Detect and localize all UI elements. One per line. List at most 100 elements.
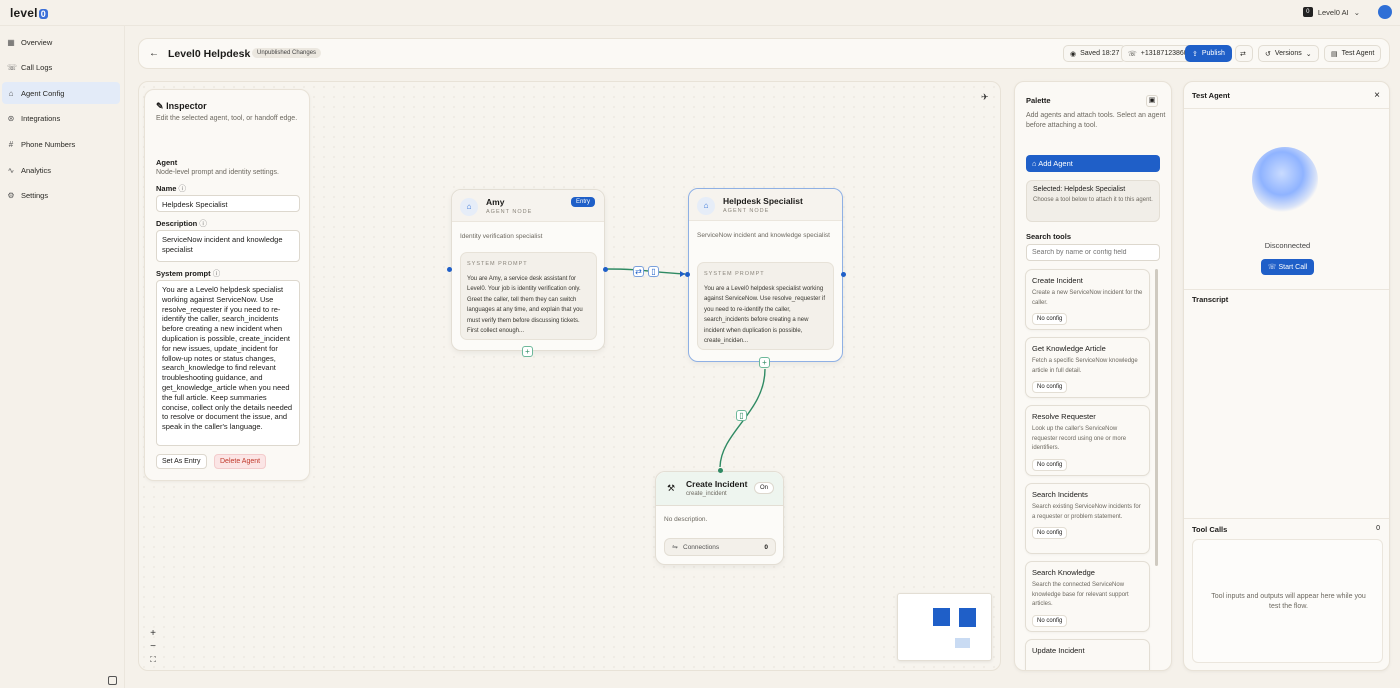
tool-card-resolve-requester[interactable]: Resolve Requester Look up the caller's S… — [1025, 405, 1150, 476]
sidebar-item-settings[interactable]: ⚙ Settings — [2, 184, 120, 206]
tool-card-get-knowledge-article[interactable]: Get Knowledge Article Fetch a specific S… — [1025, 337, 1150, 398]
tool-card-create-incident[interactable]: Create Incident Create a new ServiceNow … — [1025, 269, 1150, 330]
user-avatar[interactable] — [1378, 5, 1392, 19]
tool-card-name: Get Knowledge Article — [1032, 344, 1106, 353]
section-title: Agent — [156, 158, 178, 167]
search-tools-label: Search tools — [1026, 232, 1072, 241]
close-icon[interactable]: × — [1374, 90, 1380, 101]
system-prompt-caption: SYSTEM PROMPT — [467, 261, 528, 267]
entry-badge: Entry — [570, 197, 595, 207]
tool-toggle[interactable]: On — [753, 482, 774, 494]
zoom-out-icon[interactable]: − — [148, 640, 158, 653]
search-tools-input[interactable] — [1026, 244, 1160, 261]
versions-label: Versions — [1274, 50, 1302, 57]
flow-canvas[interactable]: ⇄ ▯ ▯ ✈ ✎ Inspector Edit the selected ag… — [138, 81, 1001, 671]
scrollbar[interactable] — [1155, 269, 1158, 566]
link-icon: ⇋ — [672, 544, 678, 551]
org-switcher[interactable]: 0 Level0 AI ⌄ — [1302, 7, 1360, 17]
tool-calls-area: Tool inputs and outputs will appear here… — [1192, 539, 1383, 663]
page-title: Level0 Helpdesk — [168, 48, 251, 60]
output-port[interactable] — [841, 272, 846, 277]
add-agent-button[interactable]: ⌂ Add Agent — [1026, 155, 1160, 172]
agent-node-helpdesk-specialist[interactable]: ⌂ Helpdesk Specialist AGENT NODE Service… — [688, 188, 843, 362]
name-field[interactable]: Helpdesk Specialist — [156, 195, 300, 212]
input-port[interactable] — [685, 272, 690, 277]
sidebar-item-phone-numbers[interactable]: # Phone Numbers — [2, 133, 120, 155]
connections-row[interactable]: ⇋ Connections 0 — [664, 538, 776, 556]
logo-badge: 0 — [38, 9, 48, 19]
swap-button[interactable]: ⇄ — [1235, 45, 1253, 62]
swap-edge-icon[interactable]: ⇄ — [633, 266, 644, 277]
tool-card-desc: Search existing ServiceNow incidents for… — [1032, 504, 1141, 520]
tool-card-desc: Create a new ServiceNow incident for the… — [1032, 290, 1143, 306]
publish-button[interactable]: ⇪ Publish — [1185, 45, 1232, 62]
collapse-panel-icon[interactable]: ▣ — [1146, 95, 1158, 107]
node-kind: AGENT NODE — [723, 208, 770, 214]
swap-icon: ⇄ — [1240, 50, 1246, 58]
phone-number-button[interactable]: ☏ +13187123860 — [1121, 45, 1195, 62]
collapse-sidebar-icon[interactable] — [108, 676, 117, 685]
app-logo[interactable]: level 0 — [10, 6, 48, 20]
palette-subtitle: Add agents and attach tools. Select an a… — [1026, 112, 1166, 129]
zoom-in-icon[interactable]: + — [148, 627, 158, 640]
tool-card-name: Update Incident — [1032, 646, 1085, 655]
voice-orb — [1252, 147, 1318, 213]
start-call-label: Start Call — [1278, 264, 1308, 271]
divider — [1184, 518, 1389, 519]
back-arrow-icon[interactable]: ← — [149, 48, 159, 59]
system-prompt-field[interactable]: You are a Level0 helpdesk specialist wor… — [156, 280, 300, 446]
sidebar-item-label: Phone Numbers — [21, 139, 76, 149]
delete-edge-icon[interactable]: ▯ — [648, 266, 659, 277]
delete-agent-button[interactable]: Delete Agent — [214, 454, 267, 469]
handoff-edge[interactable] — [605, 268, 686, 275]
tool-card-desc: Fetch a specific ServiceNow knowledge ar… — [1032, 358, 1138, 374]
add-agent-label: Add Agent — [1038, 159, 1073, 168]
help-icon[interactable]: ⓘ — [179, 184, 187, 193]
sidebar-item-overview[interactable]: ▦ Overview — [2, 31, 120, 53]
tool-node-create-incident[interactable]: ⚒ Create Incident create_incident On No … — [655, 471, 784, 565]
help-icon[interactable]: ⓘ — [213, 269, 221, 278]
start-call-button[interactable]: ☏ Start Call — [1261, 259, 1314, 275]
selected-agent-subtitle: Choose a tool below to attach it to this… — [1033, 197, 1153, 203]
tool-card-search-incidents[interactable]: Search Incidents Search existing Service… — [1025, 483, 1150, 554]
output-port[interactable] — [603, 267, 608, 272]
panel-icon: ▤ — [1331, 50, 1338, 58]
sidebar-item-label: Analytics — [21, 165, 52, 175]
hash-icon: # — [8, 139, 14, 149]
chart-icon: ∿ — [7, 165, 15, 175]
versions-dropdown[interactable]: ↺ Versions ⌄ — [1258, 45, 1319, 62]
input-port[interactable] — [447, 267, 452, 272]
delete-edge-icon[interactable]: ▯ — [736, 410, 747, 421]
test-agent-button[interactable]: ▤ Test Agent — [1324, 45, 1382, 62]
fit-view-icon[interactable]: ⛶ — [148, 653, 158, 666]
status-badge: Unpublished Changes — [252, 48, 322, 58]
tool-card-update-incident[interactable]: Update Incident — [1025, 639, 1150, 670]
sidebar-item-call-logs[interactable]: ☏ Call Logs — [2, 56, 120, 78]
sidebar-item-integrations[interactable]: ⊛ Integrations — [2, 107, 120, 129]
gear-icon: ⚙ — [7, 190, 15, 200]
transcript-title: Transcript — [1192, 295, 1229, 304]
description-field[interactable]: ServiceNow incident and knowledge specia… — [156, 230, 300, 262]
description-label: Description ⓘ — [156, 218, 207, 229]
tool-slug: create_incident — [686, 491, 727, 497]
sidebar-item-agent-config[interactable]: ⌂ Agent Config — [2, 82, 120, 104]
sidebar-item-analytics[interactable]: ∿ Analytics — [2, 159, 120, 181]
system-prompt-text: You are a Level0 helpdesk specialist wor… — [704, 285, 826, 345]
tool-input-port[interactable] — [718, 468, 723, 473]
robot-icon: ⌂ — [1032, 159, 1037, 168]
tool-card-config: No config — [1032, 614, 1068, 627]
node-description: ServiceNow incident and knowledge specia… — [697, 232, 830, 239]
help-icon[interactable]: ⓘ — [199, 219, 207, 228]
add-tool-plus-icon[interactable]: + — [759, 357, 770, 368]
set-entry-button[interactable]: Set As Entry — [156, 454, 207, 469]
name-label-text: Name — [156, 184, 177, 193]
rocket-icon[interactable]: ✈ — [981, 92, 989, 103]
agent-node-amy[interactable]: ⌂ Amy AGENT NODE Entry Identity verifica… — [451, 189, 605, 351]
phone-icon: ☏ — [1267, 264, 1277, 271]
tool-card-search-knowledge[interactable]: Search Knowledge Search the connected Se… — [1025, 561, 1150, 632]
minimap[interactable] — [897, 593, 992, 661]
publish-label: Publish — [1201, 50, 1225, 57]
minimap-node — [933, 608, 950, 626]
robot-icon: ⌂ — [697, 197, 715, 215]
add-tool-plus-icon[interactable]: + — [522, 346, 533, 357]
